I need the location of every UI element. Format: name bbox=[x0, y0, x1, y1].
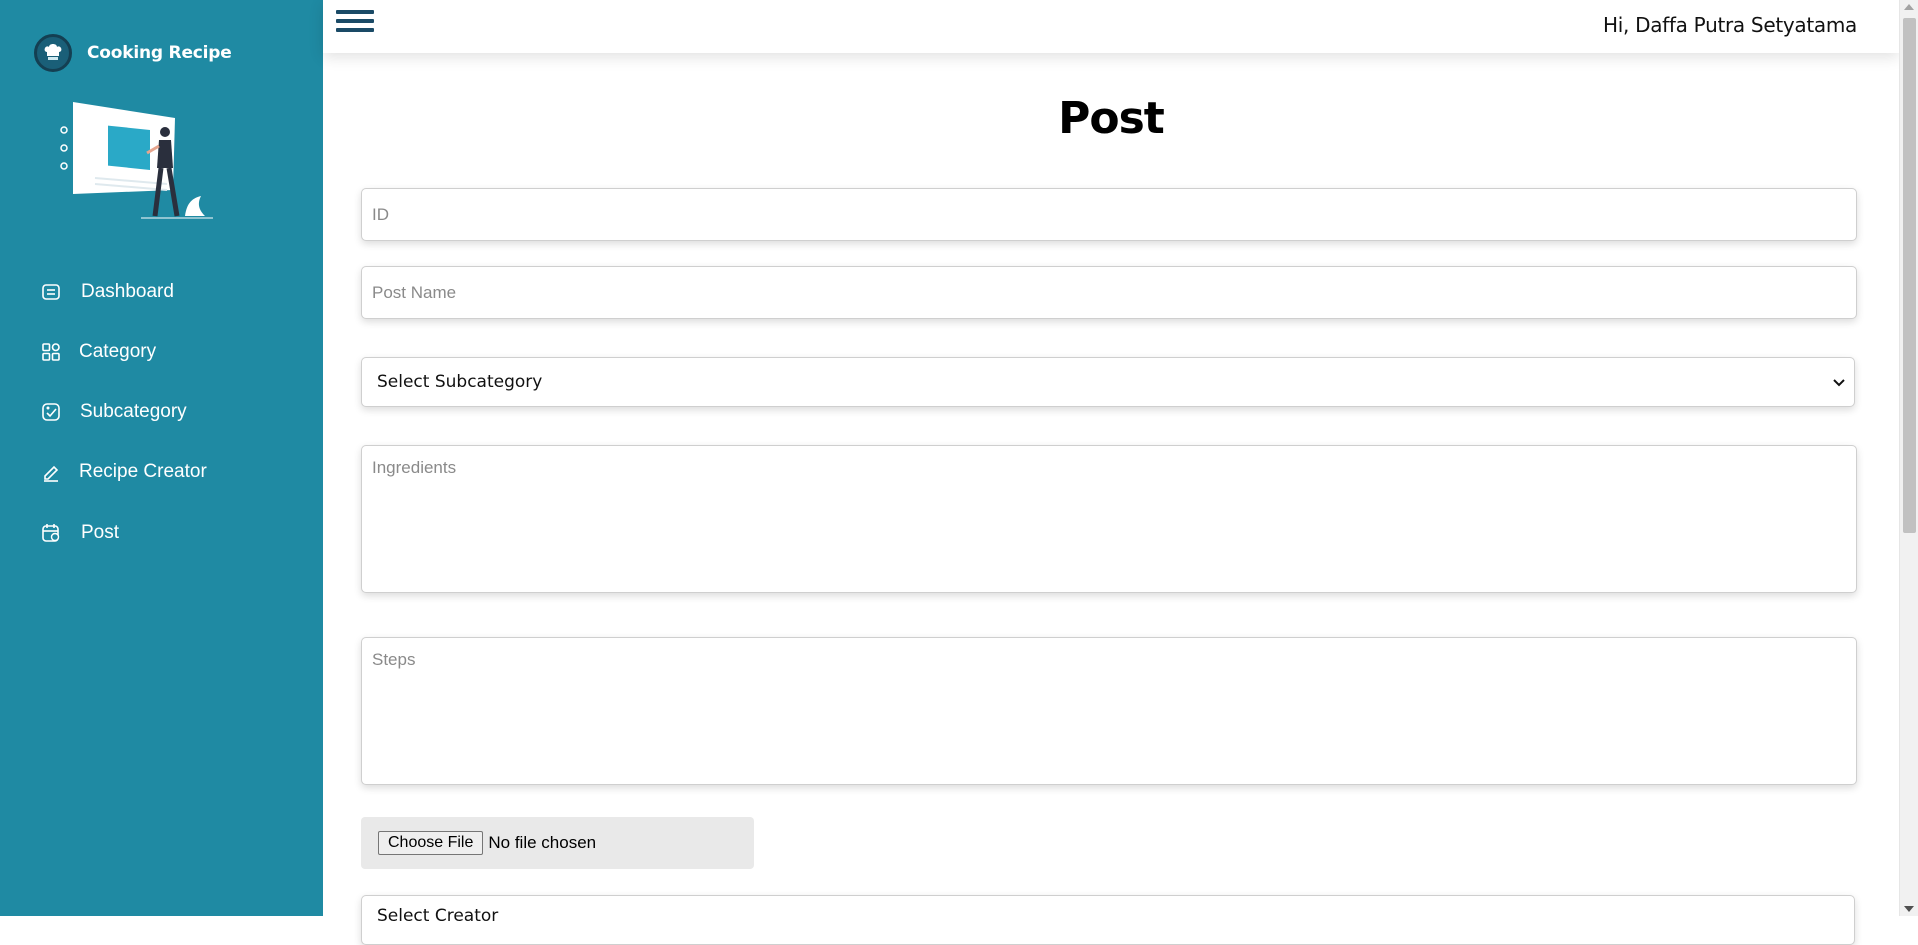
sidebar-item-label: Category bbox=[79, 341, 157, 362]
pen-icon bbox=[40, 461, 62, 483]
image-file-input: Choose File No file chosen bbox=[361, 817, 754, 869]
creator-select[interactable]: Select Creator bbox=[361, 895, 1855, 945]
sidebar-item-category[interactable]: Category bbox=[40, 332, 156, 372]
calendar-icon bbox=[40, 522, 62, 544]
sidebar-item-recipe-creator[interactable]: Recipe Creator bbox=[40, 452, 207, 492]
subcategory-icon bbox=[40, 401, 62, 423]
page-title: Post bbox=[1058, 93, 1165, 144]
sidebar: Cooking Recipe Dashboard Category Subcat… bbox=[0, 0, 323, 916]
grid-icon bbox=[40, 341, 62, 363]
sidebar-item-label: Subcategory bbox=[80, 401, 187, 422]
hamburger-menu-icon[interactable] bbox=[336, 10, 374, 38]
choose-file-button[interactable]: Choose File bbox=[378, 831, 484, 855]
steps-textarea[interactable] bbox=[361, 637, 1857, 785]
sidebar-item-post[interactable]: Post bbox=[40, 513, 119, 553]
sidebar-item-dashboard[interactable]: Dashboard bbox=[40, 272, 174, 312]
chef-hat-icon bbox=[34, 34, 72, 72]
brand[interactable]: Cooking Recipe bbox=[34, 34, 232, 72]
scroll-up-arrow-icon[interactable] bbox=[1904, 4, 1914, 10]
sidebar-item-subcategory[interactable]: Subcategory bbox=[40, 392, 187, 432]
id-input[interactable] bbox=[361, 188, 1857, 241]
scroll-down-arrow-icon[interactable] bbox=[1904, 906, 1914, 912]
file-status-text: No file chosen bbox=[488, 833, 597, 852]
subcategory-select-value: Select Subcategory bbox=[377, 372, 543, 392]
post-name-input[interactable] bbox=[361, 266, 1857, 319]
creator-select-value: Select Creator bbox=[377, 906, 499, 926]
brand-name: Cooking Recipe bbox=[87, 43, 232, 63]
scroll-thumb[interactable] bbox=[1903, 18, 1916, 533]
chevron-down-icon bbox=[1832, 375, 1846, 395]
ingredients-textarea[interactable] bbox=[361, 445, 1857, 593]
dashboard-illustration bbox=[55, 98, 215, 228]
sidebar-item-label: Dashboard bbox=[81, 281, 174, 302]
user-greeting: Hi, Daffa Putra Setyatama bbox=[1603, 13, 1857, 37]
subcategory-select[interactable]: Select Subcategory bbox=[361, 357, 1855, 407]
sidebar-item-label: Post bbox=[81, 522, 120, 543]
dashboard-icon bbox=[40, 281, 62, 303]
sidebar-item-label: Recipe Creator bbox=[79, 461, 207, 482]
top-bar: Hi, Daffa Putra Setyatama bbox=[323, 0, 1899, 53]
page-scrollbar[interactable] bbox=[1899, 0, 1918, 916]
